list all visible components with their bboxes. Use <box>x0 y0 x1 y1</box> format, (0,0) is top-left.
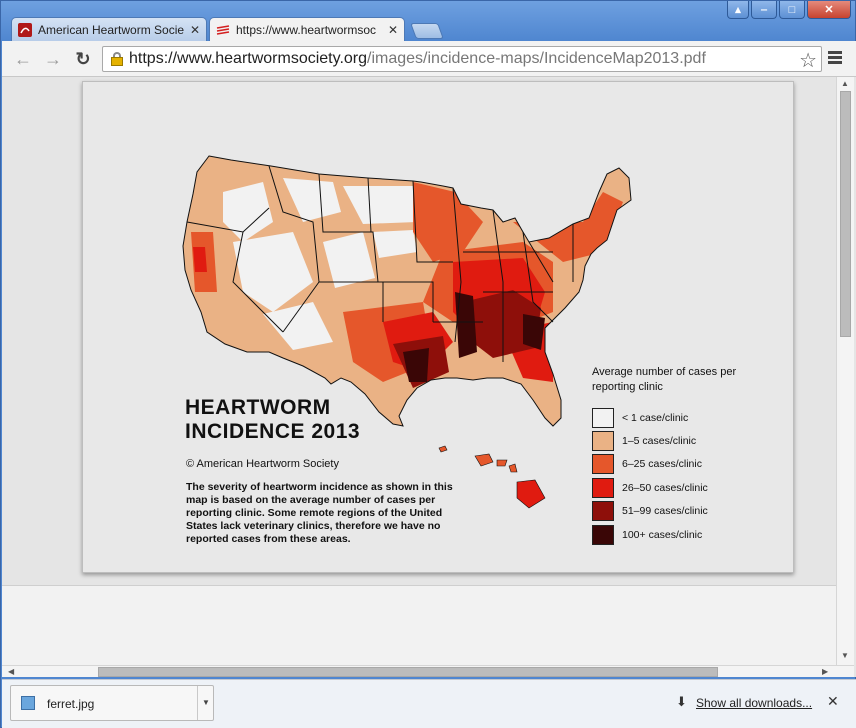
copyright-text: © American Heartworm Society <box>186 458 339 470</box>
pdf-stripes-icon <box>216 24 230 35</box>
legend-item: < 1 case/clinic <box>592 406 708 429</box>
scroll-right-icon[interactable]: ▶ <box>822 667 828 676</box>
image-file-icon <box>21 696 35 710</box>
legend-swatch <box>592 477 614 498</box>
download-options-dropdown[interactable]: ▼ <box>197 686 214 720</box>
pdf-page: HEARTWORM INCIDENCE 2013 © American Hear… <box>82 81 794 573</box>
vertical-scrollbar[interactable]: ▲ ▼ <box>836 77 854 665</box>
scroll-left-icon[interactable]: ◀ <box>8 667 14 676</box>
tab-pdf[interactable]: https://www.heartwormsoc ✕ <box>209 17 405 41</box>
legend-label: < 1 case/clinic <box>622 411 689 424</box>
url-text: https://www.heartwormsociety.org/images/… <box>129 50 706 68</box>
legend-label: 1–5 cases/clinic <box>622 435 697 448</box>
pdf-viewer: HEARTWORM INCIDENCE 2013 © American Hear… <box>2 77 856 677</box>
legend-swatch <box>592 524 614 545</box>
browser-toolbar: ← → ↻ https://www.heartwormsociety.org/i… <box>2 41 856 77</box>
reload-button[interactable]: ↻ <box>72 49 94 69</box>
forward-button[interactable]: → <box>42 49 64 69</box>
legend-item: 51–99 cases/clinic <box>592 500 708 523</box>
close-window-button[interactable]: ✕ <box>807 1 851 19</box>
heartworm-society-icon <box>18 22 32 37</box>
legend-item: 1–5 cases/clinic <box>592 429 708 452</box>
download-arrow-icon: ⬇ <box>676 694 687 709</box>
map-description: The severity of heartworm incidence as s… <box>186 481 453 545</box>
legend-label: 26–50 cases/clinic <box>622 481 708 494</box>
tab-strip: American Heartworm Socie ✕ https://www.h… <box>11 17 444 41</box>
legend-swatch <box>592 407 614 428</box>
vertical-scroll-thumb[interactable] <box>840 91 851 337</box>
minimize-button[interactable]: ‒ <box>751 1 777 19</box>
next-page-area <box>2 585 836 665</box>
bookmark-star-icon[interactable]: ☆ <box>799 48 817 73</box>
user-profile-button[interactable]: ▴ <box>727 1 749 19</box>
download-item[interactable]: ferret.jpg ▼ <box>10 685 214 721</box>
legend-swatch <box>592 501 614 522</box>
download-filename: ferret.jpg <box>47 697 95 711</box>
legend: < 1 case/clinic 1–5 cases/clinic 6–25 ca… <box>592 406 708 546</box>
lock-warning-icon[interactable] <box>111 52 123 66</box>
new-tab-button[interactable] <box>410 23 444 39</box>
scroll-up-icon[interactable]: ▲ <box>841 79 849 88</box>
download-bar: ferret.jpg ▼ ⬇ Show all downloads... ✕ <box>2 679 856 728</box>
show-all-downloads-link[interactable]: Show all downloads... <box>696 696 812 710</box>
horizontal-scroll-thumb[interactable] <box>98 667 718 677</box>
address-bar[interactable]: https://www.heartwormsociety.org/images/… <box>102 46 822 72</box>
map-title: HEARTWORM INCIDENCE 2013 <box>185 396 361 443</box>
maximize-button[interactable]: □ <box>779 1 805 19</box>
legend-item: 6–25 cases/clinic <box>592 453 708 476</box>
legend-item: 100+ cases/clinic <box>592 523 708 546</box>
back-button[interactable]: ← <box>12 49 34 69</box>
legend-label: 6–25 cases/clinic <box>622 458 702 471</box>
tab-title: https://www.heartwormsoc <box>236 22 377 37</box>
horizontal-scrollbar[interactable]: ◀ ▶ <box>2 665 854 677</box>
legend-item: 26–50 cases/clinic <box>592 476 708 499</box>
url-host: https://www.heartwormsociety.org <box>129 50 368 67</box>
tab-heartworm-society[interactable]: American Heartworm Socie ✕ <box>11 17 207 41</box>
close-download-bar-icon[interactable]: ✕ <box>827 693 839 710</box>
close-tab-icon[interactable]: ✕ <box>388 23 398 37</box>
legend-title: Average number of cases per reporting cl… <box>592 366 737 393</box>
menu-icon[interactable] <box>828 51 842 66</box>
close-tab-icon[interactable]: ✕ <box>190 23 200 37</box>
legend-swatch <box>592 431 614 452</box>
url-path: /images/incidence-maps/IncidenceMap2013.… <box>367 50 706 67</box>
legend-label: 100+ cases/clinic <box>622 528 703 541</box>
legend-swatch <box>592 454 614 475</box>
tab-title: American Heartworm Socie <box>38 22 185 37</box>
window-controls: ▴ ‒ □ ✕ <box>727 1 851 19</box>
scroll-down-icon[interactable]: ▼ <box>841 651 849 660</box>
browser-window: ▴ ‒ □ ✕ American Heartworm Socie ✕ https… <box>0 0 856 728</box>
legend-label: 51–99 cases/clinic <box>622 505 708 518</box>
